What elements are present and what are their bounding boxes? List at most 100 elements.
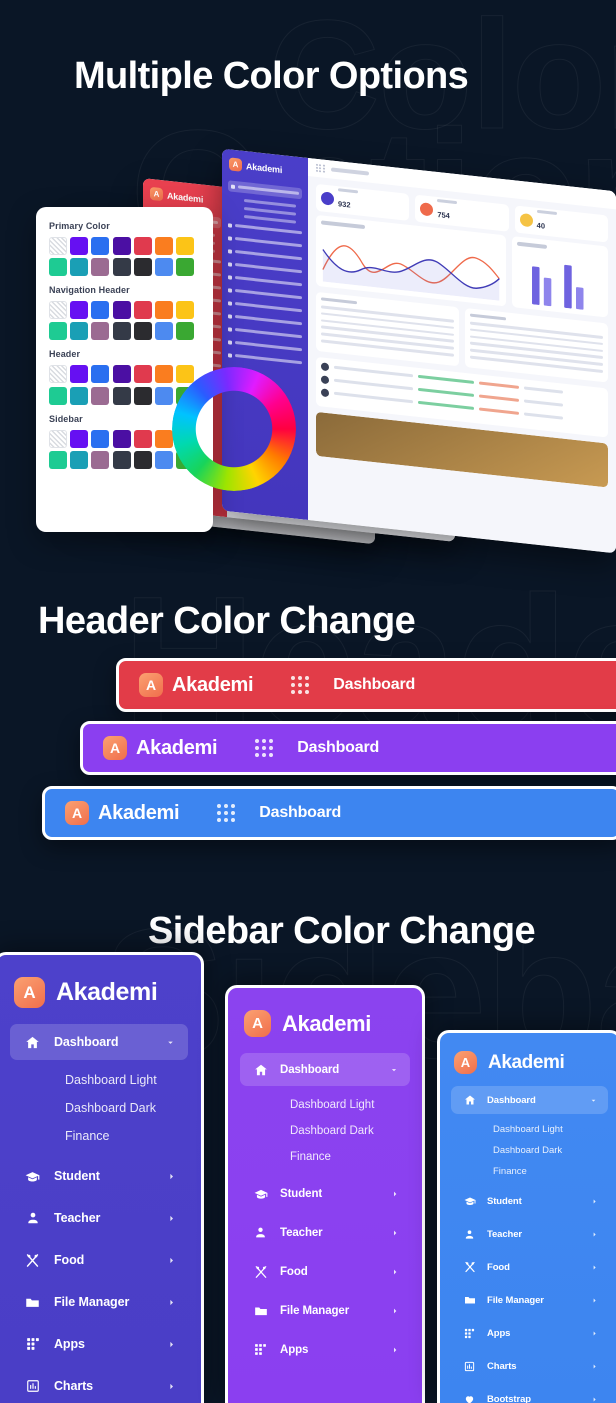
sidebar-item-student[interactable]: Student (240, 1177, 410, 1210)
apps-grid-icon[interactable] (291, 676, 310, 694)
sidebar-subitem-dashboard-light[interactable]: Dashboard Light (10, 1066, 188, 1094)
header-bar-blue[interactable]: A Akademi Dashboard (42, 786, 616, 840)
sidebar-item-dashboard[interactable]: Dashboard (451, 1086, 608, 1114)
sidebar-item-student[interactable]: Student (451, 1187, 608, 1215)
swatch-green[interactable] (176, 258, 195, 277)
swatch-red[interactable] (133, 237, 152, 255)
sidebar-item-file-manager[interactable]: File Manager (240, 1294, 410, 1327)
swatch-blue[interactable] (91, 301, 110, 320)
sidebar-subitem-dashboard-light[interactable]: Dashboard Light (451, 1119, 608, 1140)
swatch-slate[interactable] (112, 386, 131, 405)
sidebar-item-charts[interactable]: Charts (10, 1368, 188, 1403)
swatch-green[interactable] (176, 322, 195, 341)
header-logo[interactable]: A Akademi (139, 673, 254, 697)
swatch-none[interactable] (49, 301, 67, 320)
swatch-slate[interactable] (112, 258, 131, 277)
sidebar-subitem-finance[interactable]: Finance (240, 1144, 410, 1170)
sidebar-item-apps[interactable]: Apps (240, 1333, 410, 1366)
swatch-black[interactable] (133, 322, 152, 341)
swatch-cyan[interactable] (70, 450, 89, 469)
swatch-yellow[interactable] (176, 301, 195, 320)
swatch-none[interactable] (49, 237, 67, 255)
swatch-blue[interactable] (91, 237, 110, 255)
swatch-mauve[interactable] (91, 258, 110, 277)
swatch-lightblue[interactable] (154, 386, 173, 405)
header-logo[interactable]: A Akademi (103, 736, 218, 760)
sidebar-item-food[interactable]: Food (451, 1253, 608, 1281)
swatch-purple[interactable] (70, 301, 89, 320)
sidebar-item-file-manager[interactable]: File Manager (451, 1286, 608, 1314)
sidebar-subitem-dashboard-dark[interactable]: Dashboard Dark (10, 1094, 188, 1122)
swatch-teal[interactable] (49, 258, 67, 277)
swatch-black[interactable] (133, 450, 152, 469)
swatch-slate[interactable] (112, 322, 131, 341)
swatch-indigo[interactable] (112, 429, 131, 448)
apps-grid-icon[interactable] (217, 804, 236, 822)
sidebar-item-apps[interactable]: Apps (451, 1319, 608, 1347)
logo-badge-icon: A (244, 1010, 271, 1037)
sidebar-subitem-finance[interactable]: Finance (451, 1161, 608, 1182)
swatch-red[interactable] (133, 429, 152, 448)
swatch-orange[interactable] (154, 301, 173, 320)
swatch-yellow[interactable] (176, 365, 195, 384)
color-group-navigation-header: Navigation Header (49, 285, 200, 341)
swatch-slate[interactable] (112, 450, 131, 469)
sidebar-logo[interactable]: A Akademi (0, 955, 201, 1024)
swatch-black[interactable] (133, 258, 152, 277)
swatch-lightblue[interactable] (154, 450, 173, 469)
apps-grid-icon[interactable] (255, 739, 274, 757)
swatch-mauve[interactable] (91, 386, 110, 405)
swatch-purple[interactable] (70, 365, 89, 384)
sidebar-logo[interactable]: A Akademi (228, 988, 422, 1053)
sidebar-logo[interactable]: A Akademi (440, 1033, 616, 1086)
header-bar-purple[interactable]: A Akademi Dashboard (80, 721, 616, 775)
sidebar-item-teacher[interactable]: Teacher (451, 1220, 608, 1248)
sidebar-item-apps[interactable]: Apps (10, 1326, 188, 1362)
header-logo[interactable]: A Akademi (65, 801, 180, 825)
swatch-blue[interactable] (91, 365, 110, 384)
header-bar-red[interactable]: A Akademi Dashboard (116, 658, 616, 712)
sidebar-subitem-dashboard-light[interactable]: Dashboard Light (240, 1092, 410, 1118)
sidebar-item-file-manager[interactable]: File Manager (10, 1284, 188, 1320)
swatch-teal[interactable] (49, 450, 67, 469)
swatch-orange[interactable] (154, 365, 173, 384)
swatch-mauve[interactable] (91, 322, 110, 341)
sidebar-subitem-dashboard-dark[interactable]: Dashboard Dark (451, 1140, 608, 1161)
swatch-blue[interactable] (91, 429, 110, 448)
color-group-header: Header (49, 349, 200, 405)
swatch-cyan[interactable] (70, 258, 89, 277)
swatch-teal[interactable] (49, 386, 67, 405)
sidebar-item-dashboard[interactable]: Dashboard (10, 1024, 188, 1060)
swatch-indigo[interactable] (112, 237, 131, 255)
color-options-panel[interactable]: Primary Color Navigation Header Header S… (36, 207, 213, 532)
sidebar-item-food[interactable]: Food (10, 1242, 188, 1278)
swatch-yellow[interactable] (176, 237, 195, 255)
swatch-indigo[interactable] (112, 301, 131, 320)
sidebar-item-dashboard[interactable]: Dashboard (240, 1053, 410, 1086)
sidebar-item-bootstrap[interactable]: Bootstrap (451, 1385, 608, 1403)
swatch-teal[interactable] (49, 322, 67, 341)
swatch-lightblue[interactable] (154, 258, 173, 277)
swatch-cyan[interactable] (70, 386, 89, 405)
swatch-purple[interactable] (70, 429, 89, 448)
sidebar-subitem-dashboard-dark[interactable]: Dashboard Dark (240, 1118, 410, 1144)
color-wheel-picker[interactable] (172, 367, 296, 491)
sidebar-item-teacher[interactable]: Teacher (240, 1216, 410, 1249)
swatch-red[interactable] (133, 365, 152, 384)
sidebar-item-teacher[interactable]: Teacher (10, 1200, 188, 1236)
swatch-red[interactable] (133, 301, 152, 320)
swatch-black[interactable] (133, 386, 152, 405)
swatch-orange[interactable] (154, 429, 173, 448)
swatch-none[interactable] (49, 429, 67, 448)
sidebar-subitem-finance[interactable]: Finance (10, 1122, 188, 1150)
swatch-mauve[interactable] (91, 450, 110, 469)
swatch-orange[interactable] (154, 237, 173, 255)
swatch-none[interactable] (49, 365, 67, 384)
sidebar-item-food[interactable]: Food (240, 1255, 410, 1288)
swatch-lightblue[interactable] (154, 322, 173, 341)
sidebar-item-charts[interactable]: Charts (451, 1352, 608, 1380)
sidebar-item-student[interactable]: Student (10, 1158, 188, 1194)
swatch-cyan[interactable] (70, 322, 89, 341)
swatch-indigo[interactable] (112, 365, 131, 384)
swatch-purple[interactable] (70, 237, 89, 255)
